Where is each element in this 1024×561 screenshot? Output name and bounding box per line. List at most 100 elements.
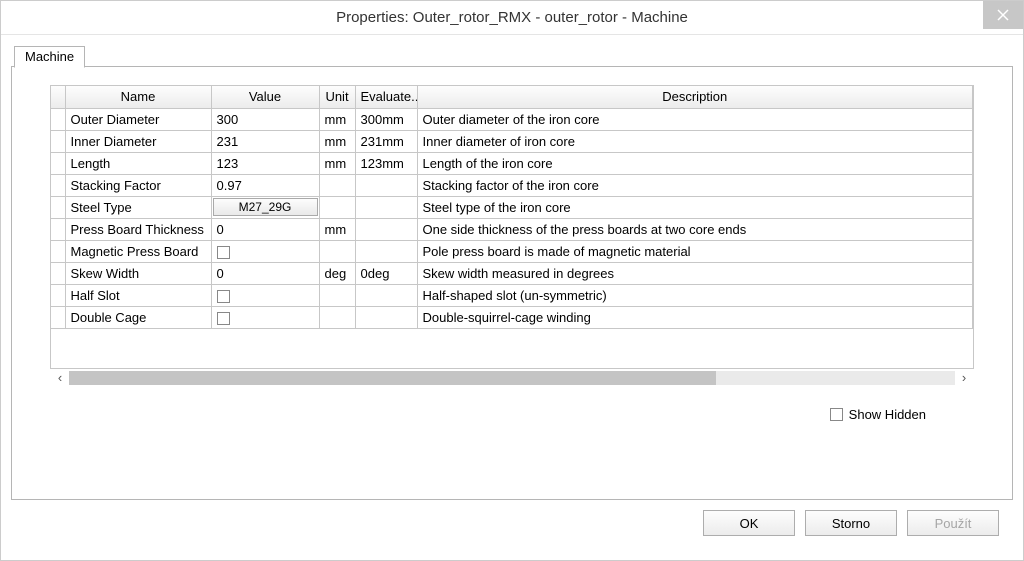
cell-unit: mm (319, 108, 355, 130)
table-row[interactable]: Inner Diameter231mm231mmInner diameter o… (51, 130, 973, 152)
checkbox-icon[interactable] (217, 290, 230, 303)
cell-unit (319, 306, 355, 328)
checkbox-icon (830, 408, 843, 421)
cell-value[interactable]: 300 (211, 108, 319, 130)
cell-value[interactable]: 123 (211, 152, 319, 174)
cell-unit: deg (319, 262, 355, 284)
cancel-button[interactable]: Storno (805, 510, 897, 536)
show-hidden-checkbox[interactable]: Show Hidden (830, 407, 926, 422)
show-hidden-label: Show Hidden (849, 407, 926, 422)
grid-blank-area (50, 329, 974, 369)
table-row[interactable]: Half Slot Half-shaped slot (un-symmetric) (51, 284, 973, 306)
table-row[interactable]: Length123mm123mmLength of the iron core (51, 152, 973, 174)
cell-name: Double Cage (65, 306, 211, 328)
cell-description: Skew width measured in degrees (417, 262, 973, 284)
row-gutter (51, 240, 65, 262)
row-gutter (51, 306, 65, 328)
row-gutter (51, 130, 65, 152)
table-row[interactable]: Stacking Factor0.97 Stacking factor of th… (51, 174, 973, 196)
table-row[interactable]: Skew Width0deg0degSkew width measured in… (51, 262, 973, 284)
cell-description: Steel type of the iron core (417, 196, 973, 218)
row-gutter (51, 108, 65, 130)
row-gutter (51, 284, 65, 306)
value-picker-button[interactable]: M27_29G (213, 198, 318, 216)
dialog-button-row: OK Storno Použít (11, 500, 1013, 550)
show-hidden-row: Show Hidden (50, 407, 974, 422)
cell-name: Stacking Factor (65, 174, 211, 196)
cell-value[interactable]: 0 (211, 262, 319, 284)
table-row[interactable]: Press Board Thickness0mm One side thickne… (51, 218, 973, 240)
cell-value[interactable] (211, 240, 319, 262)
col-description[interactable]: Description (417, 86, 973, 108)
cell-name: Press Board Thickness (65, 218, 211, 240)
cell-name: Length (65, 152, 211, 174)
col-unit[interactable]: Unit (319, 86, 355, 108)
cell-evaluate: 123mm (355, 152, 417, 174)
cell-evaluate: 0deg (355, 262, 417, 284)
tab-region: Machine Name Value (11, 43, 1013, 500)
ok-button[interactable]: OK (703, 510, 795, 536)
row-gutter (51, 152, 65, 174)
cell-unit (319, 196, 355, 218)
cell-evaluate (355, 240, 417, 262)
scroll-right-arrow[interactable]: › (955, 369, 973, 387)
cell-evaluate (355, 284, 417, 306)
cell-name: Outer Diameter (65, 108, 211, 130)
cell-value[interactable] (211, 306, 319, 328)
checkbox-icon[interactable] (217, 312, 230, 325)
cell-value[interactable]: 0 (211, 218, 319, 240)
row-gutter (51, 218, 65, 240)
close-icon (997, 9, 1009, 21)
cell-name: Skew Width (65, 262, 211, 284)
window-title: Properties: Outer_rotor_RMX - outer_roto… (336, 9, 688, 26)
col-value[interactable]: Value (211, 86, 319, 108)
col-evaluate[interactable]: Evaluate... (355, 86, 417, 108)
cell-description: Half-shaped slot (un-symmetric) (417, 284, 973, 306)
cell-description: Double-squirrel-cage winding (417, 306, 973, 328)
cell-evaluate (355, 196, 417, 218)
table-row[interactable]: Steel TypeM27_29G Steel type of the iron … (51, 196, 973, 218)
table-row[interactable]: Double Cage Double-squirrel-cage winding (51, 306, 973, 328)
cell-value[interactable]: M27_29G (211, 196, 319, 218)
cell-description: Length of the iron core (417, 152, 973, 174)
scroll-track[interactable] (69, 371, 955, 385)
cell-unit (319, 240, 355, 262)
tab-machine[interactable]: Machine (14, 46, 85, 68)
horizontal-scrollbar[interactable]: ‹ › (50, 369, 974, 387)
cell-description: Stacking factor of the iron core (417, 174, 973, 196)
row-gutter (51, 196, 65, 218)
row-gutter (51, 262, 65, 284)
cell-name: Half Slot (65, 284, 211, 306)
row-gutter (51, 174, 65, 196)
apply-button[interactable]: Použít (907, 510, 999, 536)
cell-name: Steel Type (65, 196, 211, 218)
cell-description: Outer diameter of the iron core (417, 108, 973, 130)
table-header-row: Name Value Unit Evaluate... Description (51, 86, 973, 108)
cell-unit: mm (319, 130, 355, 152)
close-button[interactable] (983, 1, 1023, 29)
checkbox-icon[interactable] (217, 246, 230, 259)
cell-unit: mm (319, 152, 355, 174)
property-grid: Name Value Unit Evaluate... Description … (50, 85, 974, 329)
cell-evaluate (355, 174, 417, 196)
table-row[interactable]: Magnetic Press BoardPole press board is … (51, 240, 973, 262)
cell-name: Inner Diameter (65, 130, 211, 152)
scroll-left-arrow[interactable]: ‹ (51, 369, 69, 387)
content-area: Machine Name Value (1, 35, 1023, 560)
cell-evaluate (355, 218, 417, 240)
cell-description: Inner diameter of iron core (417, 130, 973, 152)
properties-dialog: Properties: Outer_rotor_RMX - outer_roto… (0, 0, 1024, 561)
cell-description: Pole press board is made of magnetic mat… (417, 240, 973, 262)
cell-evaluate (355, 306, 417, 328)
cell-value[interactable] (211, 284, 319, 306)
col-name[interactable]: Name (65, 86, 211, 108)
cell-unit (319, 174, 355, 196)
cell-description: One side thickness of the press boards a… (417, 218, 973, 240)
table-row[interactable]: Outer Diameter300mm300mmOuter diameter o… (51, 108, 973, 130)
cell-value[interactable]: 231 (211, 130, 319, 152)
scroll-thumb[interactable] (69, 371, 716, 385)
tab-strip: Machine (11, 43, 1013, 67)
cell-unit: mm (319, 218, 355, 240)
col-gutter (51, 86, 65, 108)
cell-value[interactable]: 0.97 (211, 174, 319, 196)
